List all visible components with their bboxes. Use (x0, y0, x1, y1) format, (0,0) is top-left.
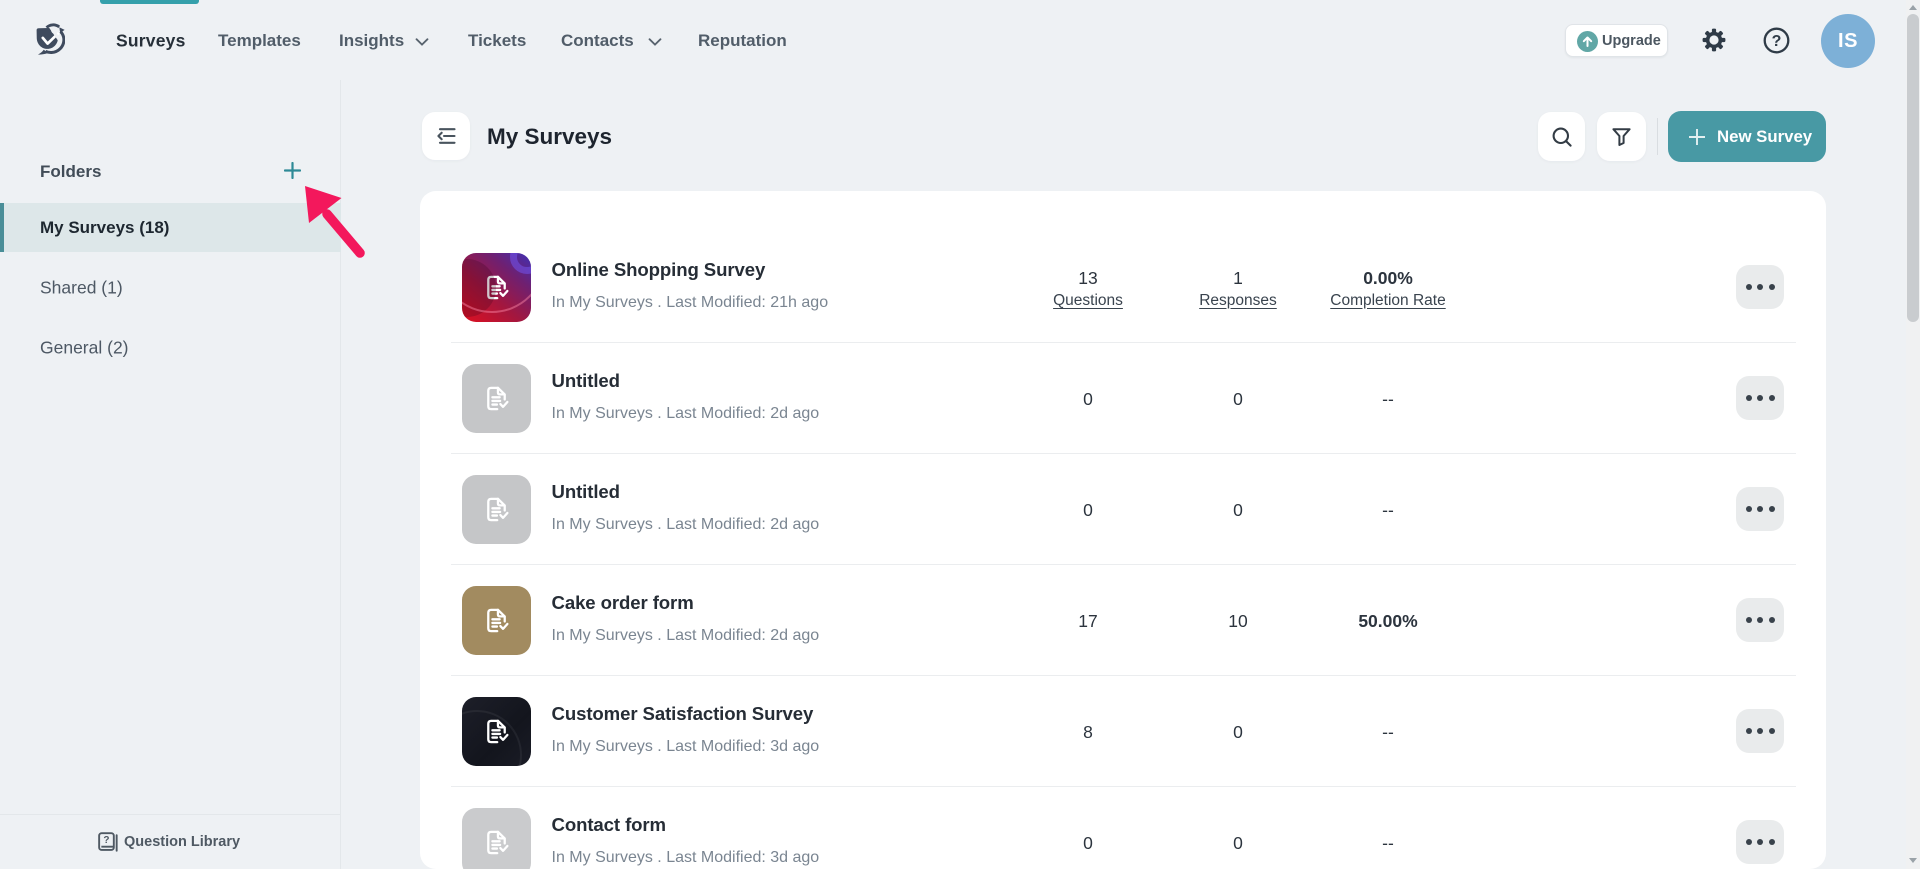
svg-text:?: ? (1772, 33, 1782, 50)
svg-text:?: ? (103, 835, 109, 846)
